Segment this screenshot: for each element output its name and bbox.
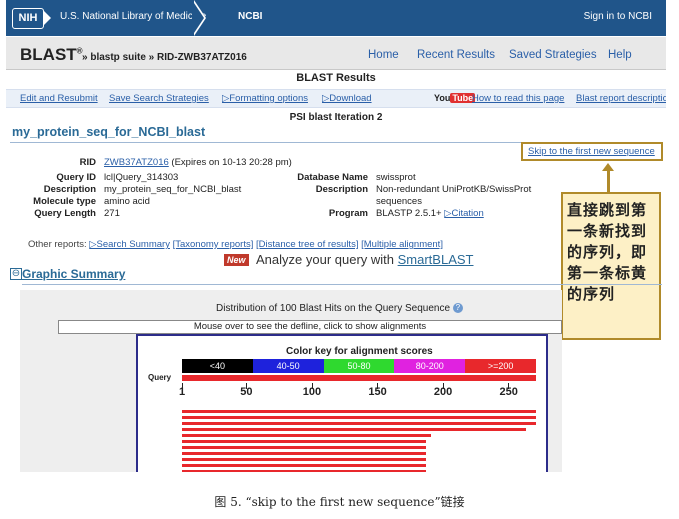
database-name-value: swissprot	[376, 172, 416, 183]
query-length-value: 271	[104, 208, 120, 219]
rid-link[interactable]: ZWB37ATZ016	[104, 157, 169, 168]
query-id-label: Query ID	[56, 172, 96, 183]
nav-recent-results[interactable]: Recent Results	[417, 49, 495, 61]
collapse-toggle-icon[interactable]: ⊖	[10, 268, 22, 280]
page-title: BLAST Results	[296, 72, 376, 84]
distance-tree-link[interactable]: [Distance tree of results]	[256, 239, 358, 250]
axis-tick-label: 100	[302, 386, 322, 398]
distribution-title: Distribution of 100 Blast Hits on the Qu…	[216, 303, 463, 314]
hit-bar[interactable]	[182, 434, 431, 437]
search-summary-link[interactable]: ▷Search Summary	[89, 239, 170, 250]
hit-bar[interactable]	[182, 428, 526, 431]
query-length-label: Query Length	[34, 208, 96, 219]
smartblast-text: Analyze your query with	[256, 252, 398, 267]
molecule-type-label: Molecule type	[33, 196, 96, 207]
query-bar	[182, 375, 536, 381]
arrow-shaft	[607, 170, 610, 192]
skip-link-highlight: Skip to the first new sequence	[521, 142, 663, 161]
nav-saved-strategies[interactable]: Saved Strategies	[509, 49, 597, 61]
results-toolbar: Edit and Resubmit Save Search Strategies…	[6, 89, 666, 108]
description-label: Description	[43, 184, 96, 195]
description-value: my_protein_seq_for_NCBI_blast	[104, 184, 242, 195]
rid-label: RID	[79, 157, 96, 168]
program-value: BLASTP 2.5.1+ ▷Citation	[376, 208, 484, 219]
ncbi-link[interactable]: NCBI	[238, 11, 262, 22]
other-reports: Other reports: ▷Search Summary [Taxonomy…	[28, 239, 443, 250]
rid-value: ZWB37ATZ016 (Expires on 10-13 20:28 pm)	[104, 157, 292, 168]
smartblast-promo: Analyze your query with SmartBLAST	[256, 252, 473, 267]
skip-to-first-new-sequence-link[interactable]: Skip to the first new sequence	[528, 146, 655, 157]
hit-bar[interactable]	[182, 464, 426, 467]
taxonomy-reports-link[interactable]: [Taxonomy reports]	[173, 239, 254, 250]
color-key-segment: 80-200	[394, 359, 466, 373]
youtube-you: You	[434, 93, 451, 103]
page: NIH U.S. National Library of Medicine NC…	[0, 0, 679, 519]
blast-logo[interactable]: BLAST®	[20, 45, 83, 65]
report-description-link[interactable]: Blast report description	[576, 93, 666, 104]
blast-screenshot: NIH U.S. National Library of Medicine NC…	[6, 0, 666, 472]
program-name: BLASTP 2.5.1+	[376, 208, 442, 219]
how-to-read-link[interactable]: How to read this page	[472, 93, 564, 104]
axis-tick-label: 50	[240, 386, 253, 398]
edit-resubmit-link[interactable]: Edit and Resubmit	[20, 93, 98, 104]
database-name-label: Database Name	[297, 172, 368, 183]
db-description-value-1: Non-redundant UniProtKB/SwissProt	[376, 184, 532, 195]
hit-bar[interactable]	[182, 440, 426, 443]
sequence-title: my_protein_seq_for_NCBI_blast	[12, 125, 206, 139]
axis-tick-label: 250	[499, 386, 518, 398]
color-key-segment: >=200	[465, 359, 536, 373]
distribution-text: Distribution of 100 Blast Hits on the Qu…	[216, 303, 451, 314]
graphic-summary-title[interactable]: Graphic Summary	[22, 267, 125, 281]
other-reports-label: Other reports:	[28, 239, 87, 250]
chevron-divider-inner	[192, 0, 204, 36]
hit-bar[interactable]	[182, 470, 426, 472]
figure-caption: 图 5. “skip to the first new sequence”链接	[214, 495, 465, 509]
rid-expires: (Expires on 10-13 20:28 pm)	[171, 157, 292, 168]
hit-bar[interactable]	[182, 458, 426, 461]
breadcrumb: » blastp suite » RID-ZWB37ATZ016	[82, 52, 247, 63]
color-key-segment: 50-80	[323, 359, 395, 373]
blast-header: BLAST® » blastp suite » RID-ZWB37ATZ016 …	[6, 37, 666, 70]
graphic-summary-divider	[22, 284, 662, 285]
color-key-title: Color key for alignment scores	[286, 346, 433, 357]
query-label: Query	[148, 373, 172, 382]
annotation-callout: 直接跳到第一条新找到的序列，即第一条标黄的序列	[561, 192, 661, 340]
hit-bar[interactable]	[182, 452, 426, 455]
defline-hint-box: Mouse over to see the defline, click to …	[58, 320, 562, 334]
db-description-value-2: sequences	[376, 196, 422, 207]
molecule-type-value: amino acid	[104, 196, 150, 207]
signin-link[interactable]: Sign in to NCBI	[584, 11, 652, 22]
query-id-value: lcl|Query_314303	[104, 172, 179, 183]
program-label: Program	[328, 208, 368, 219]
youtube-icon[interactable]: You Tube	[434, 93, 476, 103]
smartblast-link[interactable]: SmartBLAST	[398, 252, 474, 267]
help-icon[interactable]: ?	[452, 303, 463, 314]
download-link[interactable]: ▷Download	[322, 93, 372, 104]
formatting-options-link[interactable]: ▷Formatting options	[222, 93, 308, 104]
multiple-alignment-link[interactable]: [Multiple alignment]	[361, 239, 443, 250]
nav-home[interactable]: Home	[368, 49, 399, 61]
nav-help[interactable]: Help	[608, 49, 632, 61]
nih-header: NIH U.S. National Library of Medicine NC…	[6, 0, 666, 36]
hit-bar[interactable]	[182, 422, 536, 425]
axis-tick-label: 1	[179, 386, 186, 398]
axis-tick-label: 150	[368, 386, 387, 398]
hit-bar[interactable]	[182, 410, 536, 413]
color-key-segment: 40-50	[252, 359, 324, 373]
hit-bar[interactable]	[182, 416, 536, 419]
iteration-title: PSI blast Iteration 2	[289, 112, 383, 123]
blast-logo-text: BLAST	[20, 45, 77, 64]
axis-tick-label: 200	[433, 386, 453, 398]
save-strategies-link[interactable]: Save Search Strategies	[109, 93, 209, 104]
nlm-link[interactable]: U.S. National Library of Medicine	[60, 11, 206, 22]
new-badge: New	[224, 254, 249, 266]
citation-link[interactable]: ▷Citation	[444, 208, 484, 219]
db-description-label: Description	[315, 184, 368, 195]
nih-logo[interactable]: NIH	[12, 8, 51, 29]
hit-bar[interactable]	[182, 446, 426, 449]
color-key-segment: <40	[182, 359, 253, 373]
